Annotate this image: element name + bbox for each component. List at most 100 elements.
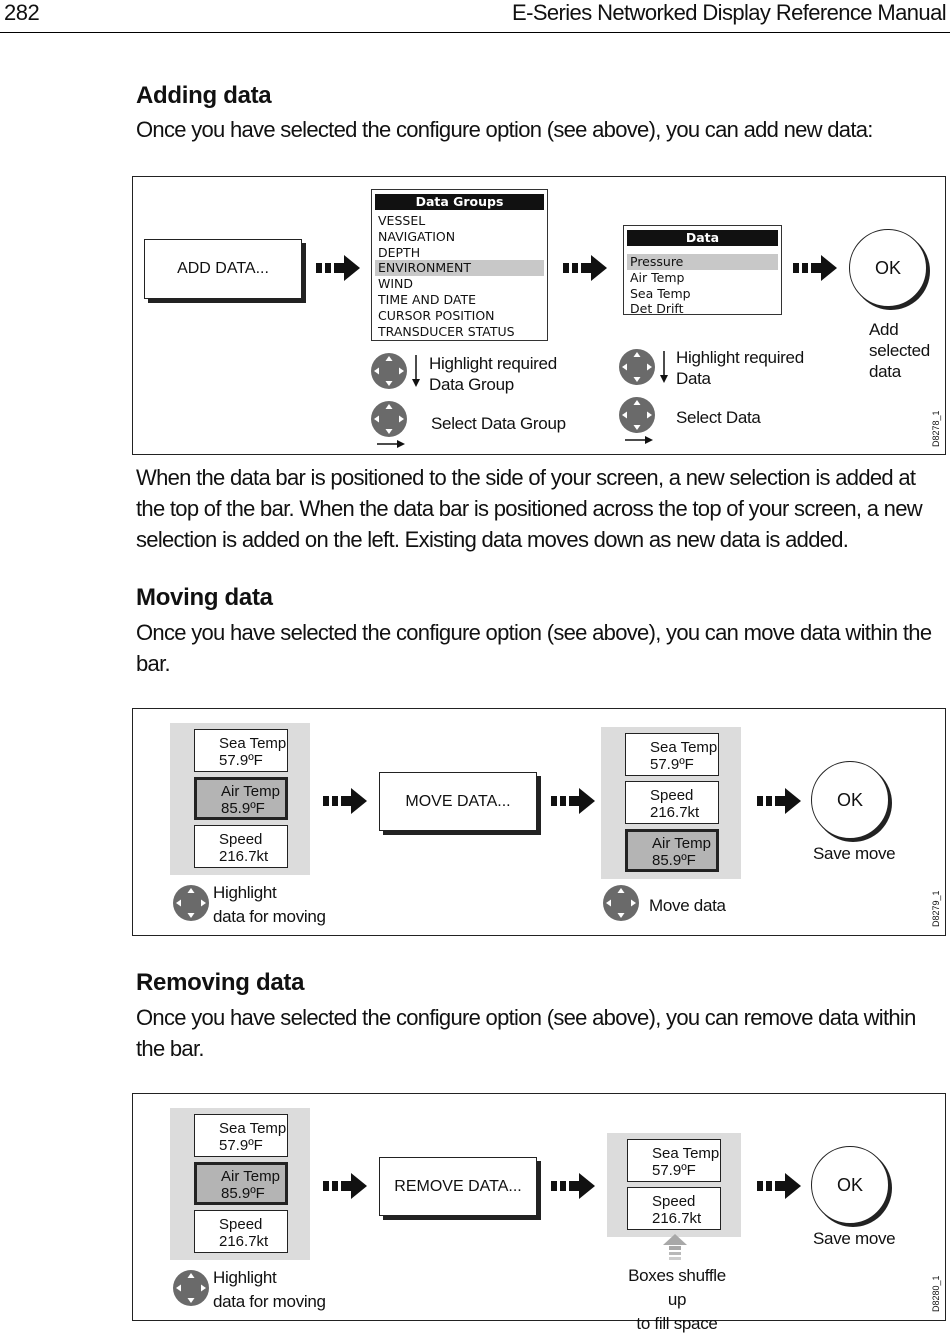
data-box[interactable]: Speed 216.7kt [627,1187,721,1230]
figure-code: D8279_1 [931,890,941,927]
caption-line: to fill space [636,1314,718,1333]
arrow-icon [563,255,607,281]
caption-line: Boxes shuffle up [628,1266,726,1309]
adding-intro: Once you have selected the configure opt… [136,117,873,142]
moving-intro: Once you have selected the configure opt… [136,620,932,676]
data-box-value: 216.7kt [650,804,700,821]
data-box[interactable]: Speed 216.7kt [194,825,288,868]
data-box-value: 85.9ºF [221,800,265,817]
data-box-value: 85.9ºF [652,852,696,869]
select-data-caption: Select Data [676,408,761,427]
data-box-label: Sea Temp [219,735,287,752]
caption-line: data [869,362,901,381]
data-box-value: 85.9ºF [221,1185,265,1202]
caption-line: Data Group [429,375,514,394]
arrow-icon [757,788,801,814]
joystick-icon [173,885,209,921]
menu-item[interactable]: Sea Temp [627,286,778,302]
joystick-icon [371,353,407,389]
menu-item[interactable]: NAVIGATION [375,229,544,245]
data-box-label: Sea Temp [652,1145,720,1162]
arrow-icon [323,1173,367,1199]
highlight-data-caption: Highlight required Data [676,347,804,389]
caption-line: Highlight [213,1268,277,1287]
caption-line: Data [676,369,711,388]
adding-after-text: When the data bar is positioned to the s… [136,465,923,552]
arrow-icon [551,788,595,814]
data-box-label: Sea Temp [219,1120,287,1137]
data-box[interactable]: Air Temp 85.9ºF [194,1162,288,1205]
data-bar-before: Sea Temp 57.9ºF Air Temp 85.9ºF Speed 216.7kt [170,723,310,875]
data-bar-before: Sea Temp 57.9ºF Air Temp 85.9ºF Speed 216.7kt [170,1108,310,1260]
adding-heading: Adding data [136,82,272,109]
caption-line: Add [869,320,899,339]
ok-button[interactable]: OK [849,229,927,307]
data-box[interactable]: Sea Temp 57.9ºF [627,1139,721,1182]
menu-item[interactable]: WIND [375,276,544,292]
data-box-label: Air Temp [652,835,711,852]
ok-button[interactable]: OK [811,761,889,839]
joystick-icon [603,885,639,921]
data-box-value: 57.9ºF [219,752,263,769]
data-box-value: 57.9ºF [652,1162,696,1179]
arrow-icon [323,788,367,814]
highlight-caption: Highlight data for moving [213,881,326,929]
data-box-label: Air Temp [221,783,280,800]
arrow-icon [757,1173,801,1199]
data-bar-after: Sea Temp 57.9ºF Speed 216.7kt Air Temp 85.9ºF [601,727,741,879]
data-box[interactable]: Air Temp 85.9ºF [194,777,288,820]
ok-caption: Add selected data [869,319,930,382]
arrow-icon [551,1173,595,1199]
right-arrow-icon [377,440,405,448]
menu-title: Data [627,230,778,246]
moving-heading: Moving data [136,584,273,611]
menu-item[interactable]: ENVIRONMENT [375,260,544,277]
up-arrow-icon [663,1234,687,1260]
caption-line: data for moving [213,1292,326,1311]
data-box-label: Speed [219,1216,263,1233]
data-box-value: 57.9ºF [650,756,694,773]
shuffle-caption: Boxes shuffle up to fill space [617,1264,737,1336]
joystick-icon [371,401,407,437]
move-data-button[interactable]: MOVE DATA... [379,772,537,831]
caption-line: data for moving [213,907,326,926]
caption-line: Highlight required [429,354,557,373]
menu-item[interactable]: Det Drift [627,301,778,317]
ok-button[interactable]: OK [811,1146,889,1224]
menu-item[interactable]: TRANSDUCER STATUS [375,324,544,340]
remove-data-button[interactable]: REMOVE DATA... [379,1157,537,1216]
data-box-label: Sea Temp [650,739,718,756]
data-box[interactable]: Speed 216.7kt [194,1210,288,1253]
data-box[interactable]: Air Temp 85.9ºF [625,829,719,872]
adding-figure: ADD DATA... Data Groups VESSEL NAVIGATION… [132,176,946,455]
add-data-button[interactable]: ADD DATA... [144,239,302,299]
data-box-label: Speed [650,787,694,804]
joystick-icon [173,1270,209,1306]
menu-item[interactable]: Air Temp [627,270,778,286]
data-box[interactable]: Sea Temp 57.9ºF [625,733,719,776]
menu-item[interactable]: CURSOR POSITION [375,308,544,324]
menu-item[interactable]: DEPTH [375,245,544,261]
menu-item[interactable]: VESSEL [375,213,544,229]
page-number: 282 [4,0,40,25]
right-arrow-icon [625,436,653,444]
removing-figure: Sea Temp 57.9ºF Air Temp 85.9ºF Speed 216.7kt… [132,1093,946,1333]
figure-code: D8280_1 [931,1275,941,1312]
highlight-group-caption: Highlight required Data Group [429,353,557,395]
menu-item[interactable]: Pressure [627,254,778,270]
data-box[interactable]: Speed 216.7kt [625,781,719,824]
menu-item[interactable]: TIME AND DATE [375,292,544,308]
manual-title: E-Series Networked Display Reference Man… [512,0,947,25]
removing-heading: Removing data [136,969,305,996]
data-box-value: 216.7kt [219,848,269,865]
data-box[interactable]: Sea Temp 57.9ºF [194,729,288,772]
save-move-caption: Save move [813,1229,896,1248]
data-menu: Data Pressure Air Temp Sea Temp Det Drift [623,225,782,317]
down-arrow-icon [660,351,668,383]
data-box[interactable]: Sea Temp 57.9ºF [194,1114,288,1157]
save-move-caption: Save move [813,844,896,863]
select-group-caption: Select Data Group [431,414,566,433]
move-data-caption: Move data [649,896,726,915]
data-box-value: 216.7kt [652,1210,702,1227]
figure-code: D8278_1 [931,410,941,447]
